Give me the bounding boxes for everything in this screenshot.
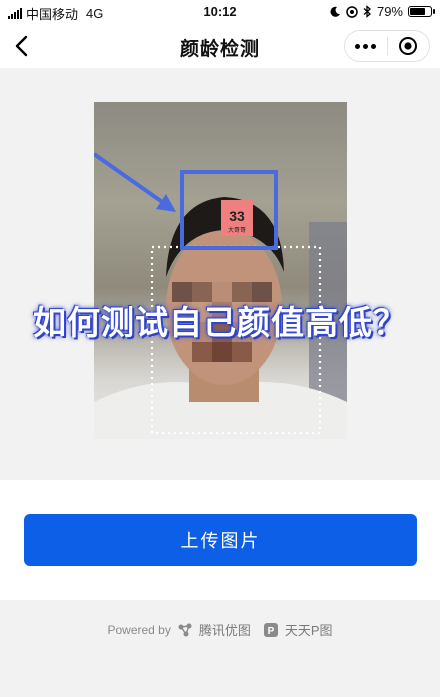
tencent-youtu-logo-icon <box>178 623 192 636</box>
nav-bar: 颜龄检测 <box>0 24 440 68</box>
brand-youtu: 腾讯优图 <box>198 623 251 638</box>
age-score: 33 <box>229 208 245 224</box>
bluetooth-icon <box>363 5 371 18</box>
mini-program-capsule <box>344 30 430 62</box>
powered-by-text: Powered by <box>107 622 171 637</box>
brand-tiantian-p: 天天P图 <box>284 623 333 638</box>
face-illustration: 33 大哥哥 <box>94 152 347 439</box>
more-button[interactable] <box>345 31 387 61</box>
more-icon <box>355 43 361 49</box>
footer: Powered by 腾讯优图 P 天天P图 <box>0 600 440 697</box>
battery-icon <box>408 6 435 17</box>
battery-fill <box>410 8 425 15</box>
close-target-icon <box>399 37 418 55</box>
tiantian-p-logo-icon: P <box>263 622 278 637</box>
moon-icon <box>330 6 340 17</box>
close-button[interactable] <box>387 31 429 61</box>
status-bar: 中国移动 4G 10:12 79% <box>0 0 440 24</box>
overlay-title: 如何测试自己颜值高低？ <box>33 304 407 341</box>
content-area: 33 大哥哥 <box>0 68 440 480</box>
battery-percent: 79% <box>376 4 403 19</box>
upload-image-button[interactable]: 上传图片 <box>24 514 417 566</box>
location-icon <box>346 5 358 18</box>
face-photo: 33 大哥哥 <box>94 102 347 439</box>
age-label: 大哥哥 <box>228 226 246 234</box>
svg-text:P: P <box>268 626 275 637</box>
